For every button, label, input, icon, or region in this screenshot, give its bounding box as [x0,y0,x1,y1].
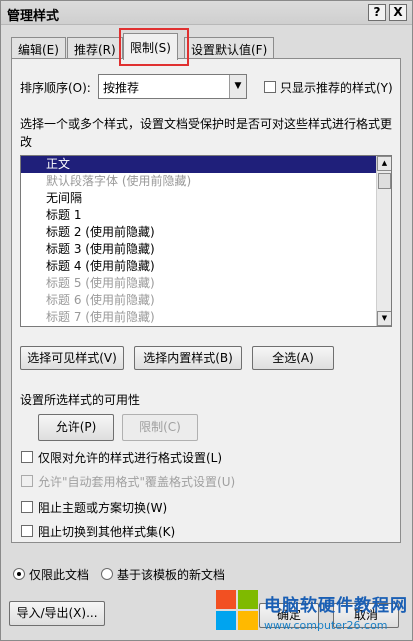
styles-list: 正文 默认段落字体 (使用前隐藏) 无间隔 标题 1 标题 2 (使用前隐藏) 标题 3 … [21,156,391,326]
block-theme-switch-checkbox[interactable] [21,501,33,513]
site-watermark: 电脑软硬件教程网 www.computer26.com [216,585,411,640]
block-styleset-switch-checkbox[interactable] [21,525,33,537]
restrict-button: 限制(C) [122,414,198,441]
style-list-item[interactable]: 无间隔 [21,190,391,207]
block-styleset-switch-label: 阻止切换到其他样式集(K) [38,525,176,539]
allow-button[interactable]: 允许(P) [38,414,114,441]
select-visible-button[interactable]: 选择可见样式(V) [20,346,124,370]
help-button[interactable]: ? [368,4,386,21]
sort-order-select[interactable]: 按推荐 ▼ [98,74,247,99]
availability-label: 设置所选样式的可用性 [20,393,141,407]
manage-styles-dialog: 管理样式 ? X 编辑(E) 推荐(R) 限制(S) 设置默认值(F) 排序顺序… [0,0,413,641]
chevron-down-icon[interactable]: ▼ [229,75,246,98]
select-builtin-button[interactable]: 选择内置样式(B) [134,346,242,370]
this-document-label: 仅限此文档 [29,568,90,582]
style-list-item[interactable]: 标题 7 (使用前隐藏) [21,309,391,326]
style-list-item[interactable]: 标题 4 (使用前隐藏) [21,258,391,275]
restrict-panel: 排序顺序(O): 按推荐 ▼ 只显示推荐的样式(Y) 选择一个或多个样式，设置文… [11,58,401,543]
scroll-down-icon[interactable]: ▼ [377,311,391,326]
windows-logo-icon [216,590,260,632]
style-list-item[interactable]: 标题 3 (使用前隐藏) [21,241,391,258]
style-list-item[interactable]: 标题 6 (使用前隐藏) [21,292,391,309]
tab-edit[interactable]: 编辑(E) [11,37,66,59]
style-list-item[interactable]: 正文 [21,156,391,173]
style-list-item[interactable]: 默认段落字体 (使用前隐藏) [21,173,391,190]
this-document-radio[interactable] [13,568,25,580]
sort-order-label: 排序顺序(O): [20,81,91,95]
vertical-scrollbar[interactable]: ▲ ▼ [376,156,391,326]
template-radio[interactable] [101,568,113,580]
show-recommended-checkbox[interactable] [264,81,276,93]
sort-order-value: 按推荐 [103,81,140,95]
close-button[interactable]: X [389,4,407,21]
style-list-item[interactable]: 标题 1 [21,207,391,224]
watermark-title: 电脑软硬件教程网 [264,596,408,616]
formatting-limit-label: 仅限对允许的样式进行格式设置(L) [38,451,223,465]
dialog-title: 管理样式 [7,9,60,24]
style-list-item[interactable]: 标题 2 (使用前隐藏) [21,224,391,241]
tab-recommend[interactable]: 推荐(R) [67,37,123,59]
show-recommended-label: 只显示推荐的样式(Y) [280,81,393,95]
scroll-thumb[interactable] [378,173,391,189]
styles-listbox[interactable]: 正文 默认段落字体 (使用前隐藏) 无间隔 标题 1 标题 2 (使用前隐藏) 标题 3 … [20,155,392,327]
autoformat-override-label: 允许"自动套用格式"覆盖格式设置(U) [38,475,236,489]
instruction-text: 选择一个或多个样式，设置文档受保护时是否可对这些样式进行格式更改 [20,117,393,149]
import-export-button[interactable]: 导入/导出(X)... [9,601,105,626]
scroll-up-icon[interactable]: ▲ [377,156,391,171]
select-all-button[interactable]: 全选(A) [252,346,334,370]
template-label: 基于该模板的新文档 [117,568,226,582]
block-theme-switch-label: 阻止主题或方案切换(W) [38,501,168,515]
autoformat-override-checkbox [21,475,33,487]
formatting-limit-checkbox[interactable] [21,451,33,463]
tab-restrict[interactable]: 限制(S) [123,33,178,60]
tab-set-defaults[interactable]: 设置默认值(F) [184,37,275,59]
watermark-url: www.computer26.com [264,619,388,632]
style-list-item[interactable]: 标题 5 (使用前隐藏) [21,275,391,292]
title-bar: 管理样式 ? X [1,1,412,25]
